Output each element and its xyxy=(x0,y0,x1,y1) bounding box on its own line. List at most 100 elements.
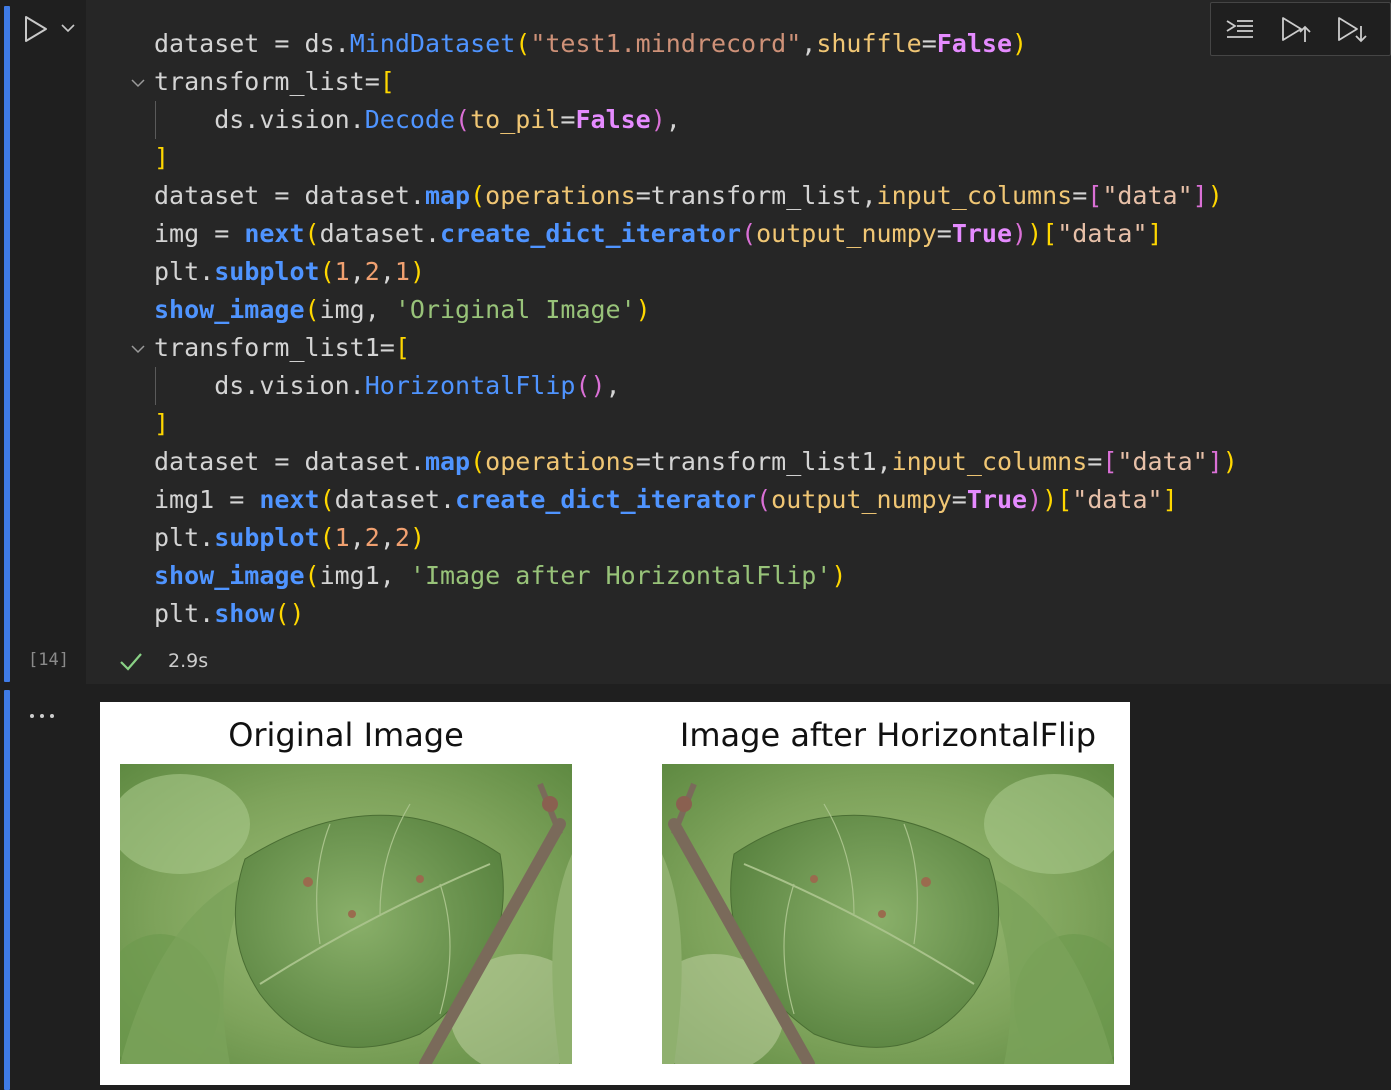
code-line: show_image(img1, 'Image after Horizontal… xyxy=(154,557,1238,595)
code-token: "data" xyxy=(1102,181,1193,210)
run-cell-button[interactable] xyxy=(22,14,50,44)
code-token: True xyxy=(951,219,1013,248)
code-token: dataset. xyxy=(319,219,441,248)
code-token: = xyxy=(274,181,305,210)
fold-chevron-icon[interactable] xyxy=(128,73,148,93)
code-token: , xyxy=(379,561,410,590)
code-token: dataset xyxy=(154,181,275,210)
code-token: ) xyxy=(409,257,426,286)
code-line: plt.show() xyxy=(154,595,1238,633)
code-token: output_numpy xyxy=(771,485,952,514)
fold-chevron-icon[interactable] xyxy=(128,339,148,359)
flipped-leaf-image xyxy=(662,764,1114,1064)
code-token: img xyxy=(154,219,215,248)
code-token: show xyxy=(214,599,275,628)
code-token: = xyxy=(951,485,967,514)
code-token: plt. xyxy=(154,257,215,286)
code-token: ) xyxy=(831,561,847,590)
code-token: = xyxy=(229,485,260,514)
code-token: = xyxy=(379,333,395,362)
run-options-dropdown[interactable] xyxy=(58,18,78,38)
cell-gutter xyxy=(12,0,86,684)
code-token: ) xyxy=(1012,219,1028,248)
code-token: ] xyxy=(154,409,170,438)
cell-status-bar xyxy=(86,640,1391,684)
code-token: False xyxy=(936,29,1013,58)
ellipsis-icon xyxy=(30,714,54,718)
code-token: next xyxy=(244,219,305,248)
code-token: dataset xyxy=(154,29,275,58)
code-token: ] xyxy=(1147,219,1163,248)
code-token: , xyxy=(379,523,395,552)
code-token: = xyxy=(274,447,305,476)
code-token: create_dict_iterator xyxy=(440,219,742,248)
code-token: , xyxy=(379,257,395,286)
output-focus-bar xyxy=(4,690,10,1090)
run-above-button[interactable] xyxy=(1279,15,1313,45)
code-token: = xyxy=(1087,447,1103,476)
code-token: = xyxy=(921,29,937,58)
code-token: operations xyxy=(485,181,636,210)
code-token: , xyxy=(876,447,892,476)
code-line: dataset = ds.MindDataset("test1.mindreco… xyxy=(154,25,1238,63)
code-token: = xyxy=(1072,181,1088,210)
code-token: plt. xyxy=(154,599,215,628)
code-token: = xyxy=(274,29,305,58)
code-token: dataset xyxy=(154,447,275,476)
code-line: plt.subplot(1,2,1) xyxy=(154,253,1238,291)
code-token: ( xyxy=(304,295,320,324)
code-token: 1 xyxy=(334,523,350,552)
chevron-down-icon xyxy=(61,24,75,33)
code-token: map xyxy=(424,181,471,210)
code-line: transform_list=[ xyxy=(154,63,1238,101)
code-token: [ xyxy=(1102,447,1118,476)
code-token: transform_list xyxy=(154,67,365,96)
code-token: ( xyxy=(304,219,320,248)
code-token: to_pil xyxy=(470,105,561,134)
code-token: "data" xyxy=(1057,219,1148,248)
code-token: ( xyxy=(515,29,531,58)
code-token: [ xyxy=(1042,219,1058,248)
run-below-button[interactable] xyxy=(1335,15,1369,45)
notebook: dataset = ds.MindDataset("test1.mindreco… xyxy=(0,0,1391,1090)
code-line: dataset = dataset.map(operations=transfo… xyxy=(154,177,1238,215)
execution-duration: 2.9s xyxy=(168,650,209,672)
output-figure: Original Image Image after HorizontalFli… xyxy=(100,702,1130,1085)
code-token: transform_list1 xyxy=(650,447,877,476)
code-token: [ xyxy=(379,67,395,96)
code-line: dataset = dataset.map(operations=transfo… xyxy=(154,443,1238,481)
code-line: show_image(img, 'Original Image') xyxy=(154,291,1238,329)
code-token: ( xyxy=(304,561,320,590)
code-line: ] xyxy=(154,405,1238,443)
code-token: dataset. xyxy=(334,485,456,514)
code-token: ) xyxy=(1207,181,1223,210)
output-more-actions[interactable] xyxy=(28,704,58,720)
code-token: img1 xyxy=(154,485,230,514)
code-content: dataset = ds.MindDataset("test1.mindreco… xyxy=(154,25,1238,633)
code-token: output_numpy xyxy=(756,219,937,248)
code-token: MindDataset xyxy=(349,29,516,58)
play-icon xyxy=(25,16,47,42)
code-token: subplot xyxy=(214,257,320,286)
code-token: ] xyxy=(1162,485,1178,514)
code-token: ( xyxy=(470,447,486,476)
code-token: subplot xyxy=(214,523,320,552)
code-token: [ xyxy=(394,333,410,362)
code-token: False xyxy=(575,105,651,134)
leaf-photo xyxy=(120,764,572,1064)
code-token: ds.vision. xyxy=(154,105,365,134)
run-above-icon xyxy=(1282,17,1311,42)
code-token: ) xyxy=(1012,29,1028,58)
execution-count: [14] xyxy=(28,650,69,670)
code-token: , xyxy=(605,371,621,400)
cell-focus-bar xyxy=(4,6,10,682)
success-check-icon xyxy=(120,653,142,671)
code-token: = xyxy=(560,105,576,134)
code-token: = xyxy=(214,219,245,248)
code-token: Decode xyxy=(364,105,456,134)
code-token: , xyxy=(801,29,817,58)
subplot-title-original: Original Image xyxy=(228,716,464,754)
code-token: show_image xyxy=(154,295,305,324)
code-token: "data" xyxy=(1117,447,1208,476)
code-token: ) xyxy=(650,105,666,134)
